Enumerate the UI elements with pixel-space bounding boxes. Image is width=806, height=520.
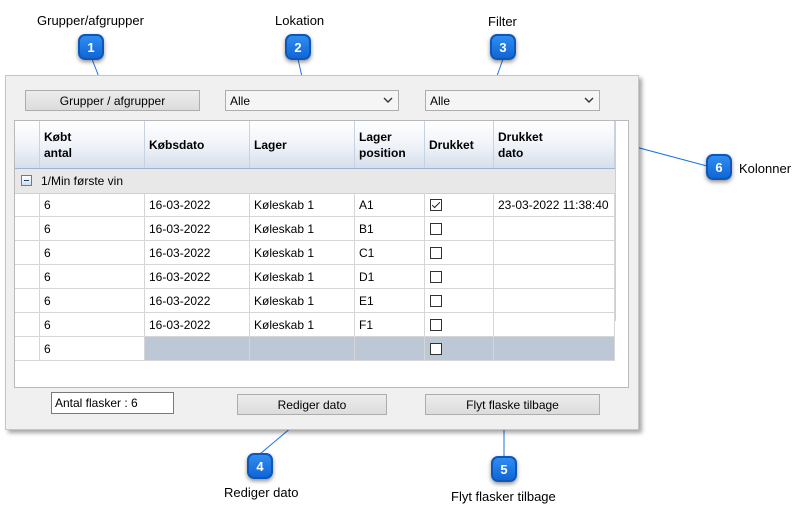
- column-header-koebsdato[interactable]: Købsdato: [145, 121, 250, 168]
- annotation-caption-2: Lokation: [275, 13, 325, 28]
- cell-antal[interactable]: 6: [40, 337, 145, 360]
- drukket-checkbox[interactable]: [430, 198, 442, 211]
- cell-drukket_dato: [494, 289, 615, 312]
- cell-lager: Køleskab 1: [250, 265, 355, 288]
- column-header-drukket-dato[interactable]: Drukket dato: [494, 121, 615, 168]
- annotation-badge-3: 3: [490, 34, 516, 60]
- row-selector[interactable]: [15, 337, 40, 360]
- annotation-badge-1: 1: [78, 34, 104, 60]
- annotation-caption-1: Grupper/afgrupper: [37, 13, 144, 28]
- cell-antal: 6: [40, 265, 145, 288]
- bottle-grid: Købt antal Købsdato Lager Lager position…: [14, 120, 629, 388]
- annotation-badge-5: 5: [491, 456, 517, 482]
- annotation-caption-3: Filter: [488, 14, 517, 29]
- group-row[interactable]: 1/Min første vin: [15, 169, 615, 194]
- cell-drukket_dato: [494, 241, 615, 264]
- column-header-drukket[interactable]: Drukket: [425, 121, 494, 168]
- cell-position: C1: [355, 241, 425, 264]
- bottle-list-window: Grupper / afgrupper Alle Alle Købt antal…: [5, 75, 639, 430]
- cell-position[interactable]: [355, 337, 425, 360]
- chevron-down-icon: [584, 97, 594, 103]
- drukket-checkbox[interactable]: [430, 294, 442, 307]
- drukket-checkbox[interactable]: [430, 270, 442, 283]
- cell-drukket_dato[interactable]: [494, 337, 615, 360]
- row-selector[interactable]: [15, 241, 40, 264]
- cell-drukket[interactable]: [425, 313, 494, 336]
- cell-lager: Køleskab 1: [250, 217, 355, 240]
- filter-select-value: Alle: [430, 93, 451, 108]
- move-bottle-back-button[interactable]: Flyt flaske tilbage: [425, 394, 600, 415]
- table-row[interactable]: 6 16-03-2022 Køleskab 1 C1: [15, 241, 615, 265]
- cell-drukket[interactable]: [425, 241, 494, 264]
- annotation-badge-2: 2: [285, 34, 311, 60]
- cell-drukket[interactable]: [425, 193, 494, 216]
- cell-koebsdato: 16-03-2022: [145, 241, 250, 264]
- group-ungroup-button[interactable]: Grupper / afgrupper: [25, 90, 200, 111]
- location-select[interactable]: Alle: [225, 90, 399, 111]
- drukket-checkbox[interactable]: [430, 222, 442, 235]
- cell-drukket_dato: [494, 313, 615, 336]
- cell-lager[interactable]: [250, 337, 355, 360]
- cell-drukket_dato: 23-03-2022 11:38:40: [494, 193, 615, 216]
- drukket-checkbox[interactable]: [430, 318, 442, 331]
- group-label: 1/Min første vin: [41, 174, 124, 188]
- cell-drukket[interactable]: [425, 337, 494, 360]
- cell-position: E1: [355, 289, 425, 312]
- cell-position: A1: [355, 193, 425, 216]
- cell-lager: Køleskab 1: [250, 241, 355, 264]
- table-row[interactable]: 6 16-03-2022 Køleskab 1 E1: [15, 289, 615, 313]
- header-row-selector: [15, 121, 40, 168]
- edit-date-button[interactable]: Rediger dato: [237, 394, 387, 415]
- drukket-checkbox[interactable]: [430, 342, 442, 355]
- annotation-caption-5: Flyt flasker tilbage: [451, 489, 556, 504]
- collapse-minus-icon[interactable]: [21, 175, 32, 186]
- cell-position: D1: [355, 265, 425, 288]
- cell-drukket[interactable]: [425, 217, 494, 240]
- cell-drukket[interactable]: [425, 265, 494, 288]
- cell-koebsdato: 16-03-2022: [145, 289, 250, 312]
- cell-koebsdato: 16-03-2022: [145, 313, 250, 336]
- drukket-checkbox[interactable]: [430, 246, 442, 259]
- grid-right-edge: [615, 121, 616, 321]
- cell-drukket[interactable]: [425, 289, 494, 312]
- cell-koebsdato: 16-03-2022: [145, 265, 250, 288]
- cell-lager: Køleskab 1: [250, 289, 355, 312]
- table-row[interactable]: 6 16-03-2022 Køleskab 1 F1: [15, 313, 615, 337]
- cell-antal: 6: [40, 217, 145, 240]
- cell-koebsdato: 16-03-2022: [145, 193, 250, 216]
- filter-select[interactable]: Alle: [425, 90, 600, 111]
- cell-position: B1: [355, 217, 425, 240]
- cell-koebsdato[interactable]: [145, 337, 250, 360]
- cell-lager: Køleskab 1: [250, 313, 355, 336]
- cell-position: F1: [355, 313, 425, 336]
- column-header-antal[interactable]: Købt antal: [40, 121, 145, 168]
- row-selector[interactable]: [15, 217, 40, 240]
- row-selector[interactable]: [15, 265, 40, 288]
- row-selector[interactable]: [15, 289, 40, 312]
- annotation-caption-4: Rediger dato: [224, 485, 299, 500]
- table-row[interactable]: 6 16-03-2022 Køleskab 1 B1: [15, 217, 615, 241]
- new-entry-row[interactable]: 6: [15, 337, 615, 361]
- cell-koebsdato: 16-03-2022: [145, 217, 250, 240]
- table-row[interactable]: 6 16-03-2022 Køleskab 1 D1: [15, 265, 615, 289]
- bottle-count-field: Antal flasker : 6: [51, 392, 174, 414]
- cell-drukket_dato: [494, 265, 615, 288]
- location-select-value: Alle: [230, 93, 251, 108]
- column-header-position[interactable]: Lager position: [355, 121, 425, 168]
- row-selector[interactable]: [15, 313, 40, 336]
- annotation-badge-4: 4: [247, 453, 273, 479]
- cell-drukket_dato: [494, 217, 615, 240]
- annotation-caption-6: Kolonner: [739, 161, 792, 176]
- cell-antal: 6: [40, 289, 145, 312]
- table-row[interactable]: 6 16-03-2022 Køleskab 1 A1 23-03-2022 11:38:…: [15, 193, 615, 217]
- column-header-lager[interactable]: Lager: [250, 121, 355, 168]
- chevron-down-icon: [383, 97, 393, 103]
- cell-lager: Køleskab 1: [250, 193, 355, 216]
- cell-antal: 6: [40, 313, 145, 336]
- cell-antal: 6: [40, 193, 145, 216]
- annotation-badge-6: 6: [706, 154, 732, 180]
- cell-antal: 6: [40, 241, 145, 264]
- row-selector[interactable]: [15, 193, 40, 216]
- grid-header: Købt antal Købsdato Lager Lager position…: [15, 121, 615, 169]
